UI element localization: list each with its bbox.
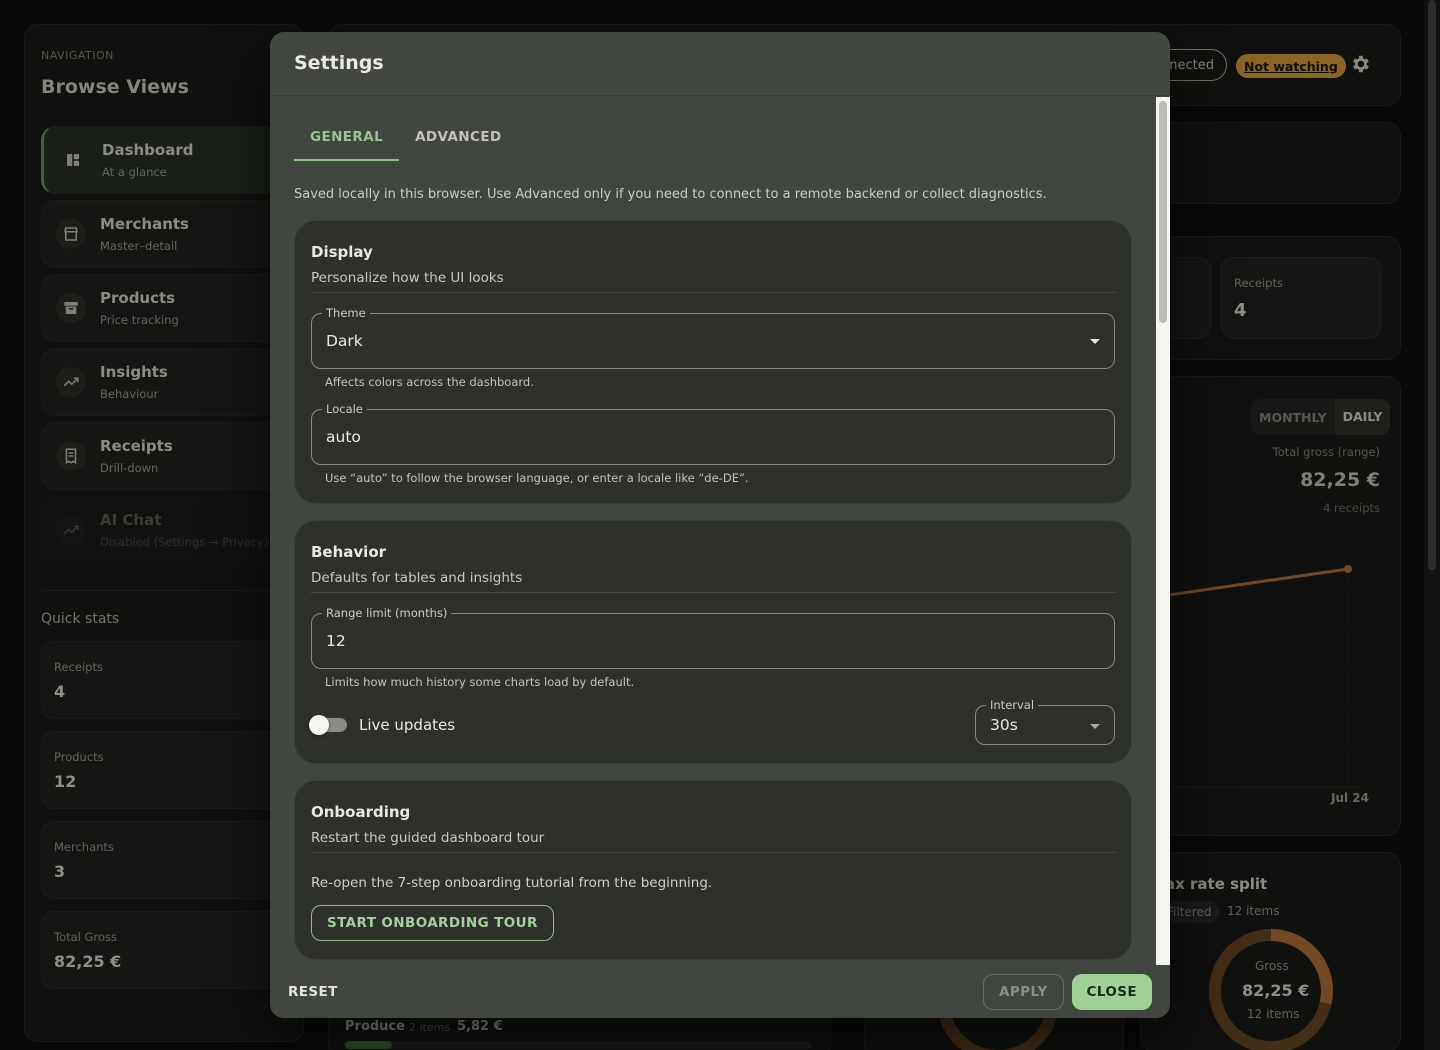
- start-onboarding-button[interactable]: START ONBOARDING TOUR: [311, 905, 554, 941]
- tab-advanced[interactable]: ADVANCED: [399, 129, 517, 161]
- dialog-body: GENERAL ADVANCED Saved locally in this b…: [270, 97, 1156, 965]
- field-legend: Range limit (months): [322, 606, 452, 620]
- section-title: Behavior: [311, 543, 387, 561]
- toggle-knob: [309, 715, 329, 735]
- live-updates-label: Live updates: [359, 716, 456, 734]
- settings-intro: Saved locally in this browser. Use Advan…: [294, 187, 1047, 202]
- section-subtitle: Restart the guided dashboard tour: [311, 830, 1115, 853]
- onboarding-section: Onboarding Restart the guided dashboard …: [294, 780, 1132, 960]
- field-value: auto: [326, 428, 361, 446]
- section-subtitle: Personalize how the UI looks: [311, 270, 1115, 293]
- chevron-down-icon: [1090, 724, 1100, 729]
- settings-dialog: Settings GENERAL ADVANCED Saved locally …: [270, 32, 1170, 1018]
- live-updates-row: Live updates Interval 30s: [309, 698, 1115, 745]
- range-help: Limits how much history some charts load…: [325, 675, 635, 689]
- live-updates-toggle-wrap: Live updates: [309, 715, 456, 735]
- dialog-title: Settings: [294, 52, 384, 74]
- footer-actions: APPLY CLOSE: [983, 973, 1152, 1010]
- onboarding-text: Re-open the 7-step onboarding tutorial f…: [311, 875, 713, 891]
- theme-help: Affects colors across the dashboard.: [325, 375, 534, 389]
- dialog-scrollbar[interactable]: [1156, 97, 1170, 965]
- theme-select[interactable]: Theme Dark: [311, 306, 1115, 369]
- locale-help: Use “auto” to follow the browser languag…: [325, 471, 749, 485]
- section-title: Display: [311, 243, 373, 261]
- field-value: Dark: [326, 332, 363, 350]
- reset-button[interactable]: RESET: [288, 984, 338, 1000]
- interval-select[interactable]: Interval 30s: [975, 698, 1115, 745]
- tab-general[interactable]: GENERAL: [294, 129, 400, 161]
- section-title: Onboarding: [311, 803, 411, 821]
- field-legend: Locale: [322, 402, 367, 416]
- display-section: Display Personalize how the UI looks The…: [294, 220, 1132, 504]
- chevron-down-icon: [1090, 339, 1100, 344]
- field-legend: Theme: [322, 306, 370, 320]
- field-value: 12: [326, 632, 346, 650]
- field-value: 30s: [990, 716, 1018, 734]
- range-limit-input[interactable]: Range limit (months) 12: [311, 606, 1115, 669]
- field-legend: Interval: [986, 698, 1039, 712]
- live-updates-toggle[interactable]: [309, 715, 347, 735]
- apply-button[interactable]: APPLY: [983, 973, 1064, 1010]
- close-button[interactable]: CLOSE: [1071, 973, 1152, 1010]
- dialog-scrollbar-thumb[interactable]: [1159, 101, 1167, 323]
- behavior-section: Behavior Defaults for tables and insight…: [294, 520, 1132, 764]
- dialog-footer: RESET APPLY CLOSE: [270, 965, 1170, 1018]
- dialog-header: Settings: [270, 32, 1170, 96]
- section-subtitle: Defaults for tables and insights: [311, 570, 1115, 593]
- locale-input[interactable]: Locale auto: [311, 402, 1115, 465]
- settings-tabs: GENERAL ADVANCED: [294, 97, 1132, 161]
